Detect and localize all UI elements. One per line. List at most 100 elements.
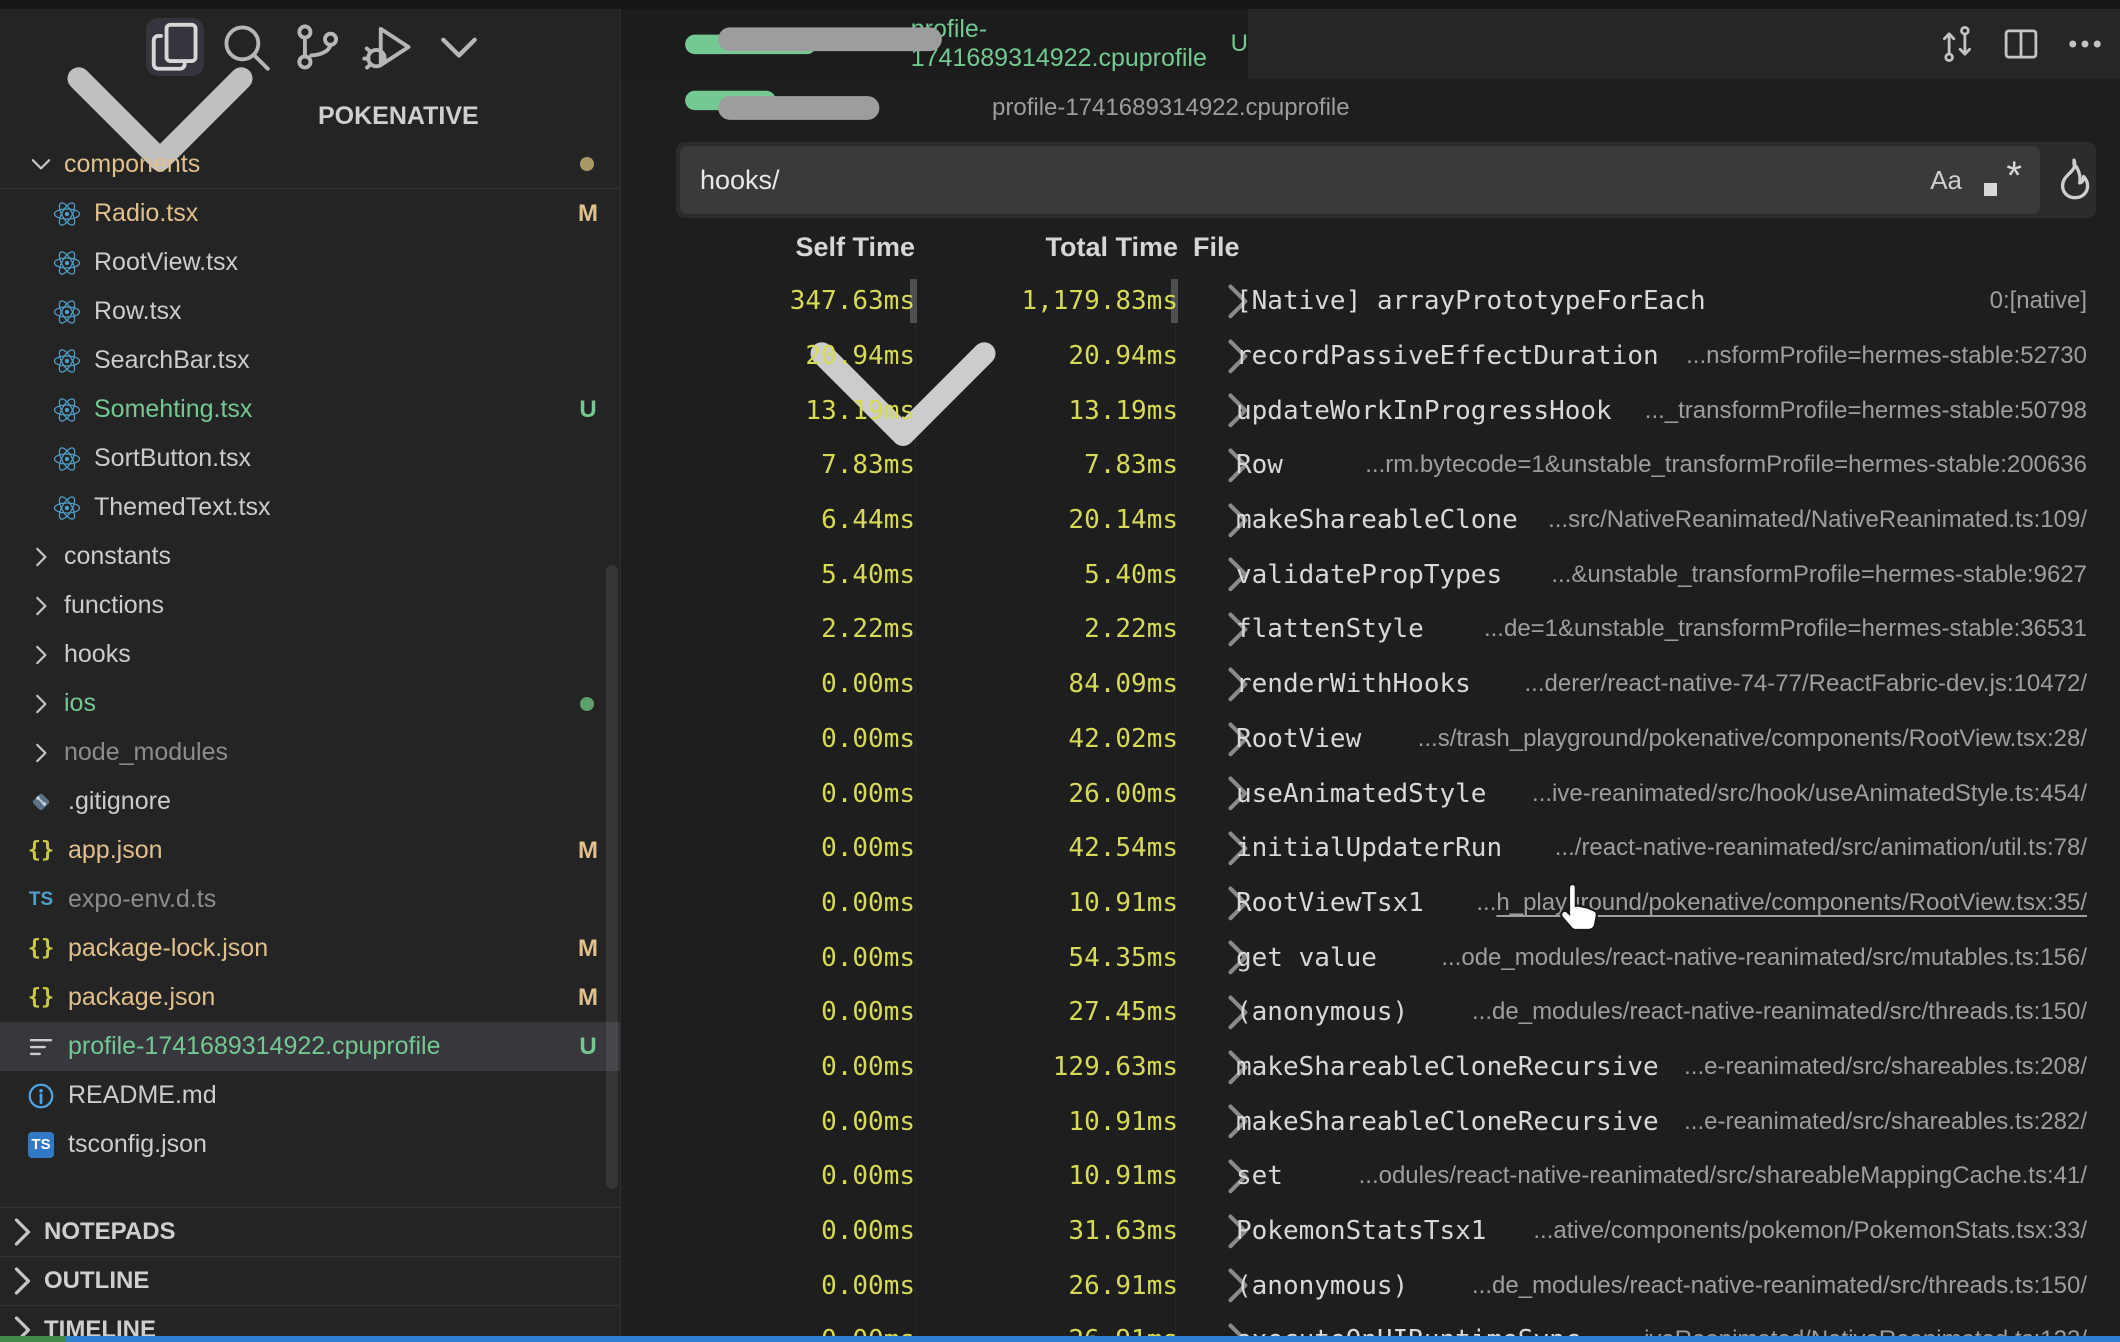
- chevron-right-icon: [0, 1308, 44, 1336]
- tree-item-label: tsconfig.json: [68, 1130, 207, 1159]
- file-link[interactable]: ...&unstable_transformProfile=hermes-sta…: [1551, 547, 2087, 602]
- tree-item-rootview-tsx[interactable]: RootView.tsx: [0, 238, 620, 287]
- file-link[interactable]: ...ative/components/pokemon/PokemonStats…: [1533, 1204, 2087, 1259]
- self-time-cell: 5.40ms: [662, 547, 915, 602]
- self-time-cell: 13.19ms: [662, 383, 915, 438]
- file-link[interactable]: ...e-reanimated/src/shareables.ts:282/: [1684, 1094, 2087, 1149]
- header-total-time[interactable]: Total Time: [952, 232, 1178, 263]
- total-time-cell: 10.91ms: [952, 1149, 1178, 1204]
- tree-item-sortbutton-tsx[interactable]: SortButton.tsx: [0, 434, 620, 483]
- split-editor-icon[interactable]: [2000, 23, 2042, 65]
- flame-graph-icon[interactable]: [2048, 155, 2098, 205]
- profile-table-row[interactable]: 347.63ms1,179.83ms[Native] arrayPrototyp…: [622, 274, 2120, 329]
- profile-table-row[interactable]: 0.00ms31.63msPokemonStatsTsx1...ative/co…: [622, 1204, 2120, 1259]
- file-link[interactable]: ...de_modules/react-native-reanimated/sr…: [1472, 1258, 2087, 1313]
- profile-table-row[interactable]: 0.00ms27.45ms(anonymous)...de_modules/re…: [622, 985, 2120, 1040]
- tree-item-constants[interactable]: constants: [0, 532, 620, 581]
- file-link[interactable]: ...src/NativeReanimated/NativeReanimated…: [1548, 493, 2087, 548]
- total-time-cell: 27.45ms: [952, 985, 1178, 1040]
- profile-table-row[interactable]: 0.00ms26.91ms(anonymous)...de_modules/re…: [622, 1258, 2120, 1313]
- match-case-icon[interactable]: Aa: [1930, 165, 1962, 196]
- tree-item-radio-tsx[interactable]: Radio.tsxM: [0, 189, 620, 238]
- tree-item-functions[interactable]: functions: [0, 581, 620, 630]
- profile-table-row[interactable]: 7.83ms7.83msRow...rm.bytecode=1&unstable…: [622, 438, 2120, 493]
- more-views-button[interactable]: [430, 18, 488, 76]
- profile-table-row[interactable]: 0.00ms26.00msuseAnimatedStyle...ive-rean…: [622, 766, 2120, 821]
- tree-item-profile-1741689314922-cpuprofile[interactable]: profile-1741689314922.cpuprofileU: [0, 1022, 620, 1071]
- json-icon: {}: [26, 985, 56, 1010]
- profile-table-row[interactable]: 13.19ms13.19msupdateWorkInProgressHook..…: [622, 383, 2120, 438]
- tree-item-app-json[interactable]: {}app.jsonM: [0, 826, 620, 875]
- tree-item-ios[interactable]: ios: [0, 679, 620, 728]
- react-icon: [52, 248, 82, 278]
- profile-table-row[interactable]: 0.00ms42.02msRootView...s/trash_playgrou…: [622, 712, 2120, 767]
- file-link[interactable]: .../react-native-reanimated/src/animatio…: [1555, 821, 2087, 876]
- file-link[interactable]: ...derer/react-native-74-77/ReactFabric-…: [1525, 657, 2088, 712]
- panel-notepads[interactable]: NOTEPADS: [0, 1207, 620, 1256]
- file-link[interactable]: ..._transformProfile=hermes-stable:50798: [1645, 383, 2087, 438]
- self-time-cell: 0.00ms: [662, 1094, 915, 1149]
- header-file[interactable]: File: [1193, 232, 1240, 263]
- tree-item-label: Row.tsx: [94, 297, 182, 326]
- table-header: Self Time Total Time File: [622, 232, 2120, 276]
- panel-timeline[interactable]: TIMELINE: [0, 1305, 620, 1336]
- tree-item-expo-env-d-ts[interactable]: TSexpo-env.d.ts: [0, 875, 620, 924]
- react-icon: [52, 493, 82, 523]
- filter-input[interactable]: hooks/ Aa *: [680, 146, 2040, 214]
- self-time-cell: 0.00ms: [662, 1258, 915, 1313]
- profile-table-row[interactable]: 0.00ms10.91msRootViewTsx1...h_playground…: [622, 876, 2120, 931]
- tree-item-themedtext-tsx[interactable]: ThemedText.tsx: [0, 483, 620, 532]
- tree-item-readme-md[interactable]: README.md: [0, 1071, 620, 1120]
- file-link[interactable]: ...iveReanimated/NativeReanimated.ts:123…: [1624, 1313, 2087, 1336]
- file-link[interactable]: ...nsformProfile=hermes-stable:52730: [1686, 329, 2087, 384]
- chevron-right-icon: [26, 542, 56, 572]
- project-header[interactable]: POKENATIVE: [0, 93, 620, 139]
- profile-table-row[interactable]: 0.00ms54.35msget value...ode_modules/rea…: [622, 930, 2120, 985]
- tree-item-package-lock-json[interactable]: {}package-lock.jsonM: [0, 924, 620, 973]
- profile-table-row[interactable]: 6.44ms20.14msmakeShareableClone...src/Na…: [622, 493, 2120, 548]
- react-icon: [52, 444, 82, 474]
- self-time-cell: 0.00ms: [662, 1149, 915, 1204]
- file-link[interactable]: ...de=1&unstable_transformProfile=hermes…: [1484, 602, 2087, 657]
- tree-item-somehting-tsx[interactable]: Somehting.tsxU: [0, 385, 620, 434]
- profile-table-row[interactable]: 0.00ms84.09msrenderWithHooks...derer/rea…: [622, 657, 2120, 712]
- git-badge-m: M: [574, 984, 602, 1012]
- file-link[interactable]: ...odules/react-native-reanimated/src/sh…: [1359, 1149, 2087, 1204]
- debug-icon: [359, 18, 417, 76]
- tree-item-tsconfig-json[interactable]: TStsconfig.json: [0, 1120, 620, 1169]
- function-name: flattenStyle: [1236, 602, 1424, 657]
- tree-item-row-tsx[interactable]: Row.tsx: [0, 287, 620, 336]
- file-link[interactable]: ...h_playground/pokenative/components/Ro…: [1476, 876, 2087, 931]
- git-icon: [26, 787, 56, 817]
- header-self-time[interactable]: Self Time: [662, 232, 915, 263]
- file-link[interactable]: ...ive-reanimated/src/hook/useAnimatedSt…: [1532, 766, 2087, 821]
- profile-table-row[interactable]: 0.00ms42.54msinitialUpdaterRun.../react-…: [622, 821, 2120, 876]
- tree-item-node-modules[interactable]: node_modules: [0, 728, 620, 777]
- profile-table-row[interactable]: 0.00ms10.91msmakeShareableCloneRecursive…: [622, 1094, 2120, 1149]
- profile-table-row[interactable]: 20.94ms20.94msrecordPassiveEffectDuratio…: [622, 329, 2120, 384]
- panel-outline[interactable]: OUTLINE: [0, 1256, 620, 1305]
- tree-item-searchbar-tsx[interactable]: SearchBar.tsx: [0, 336, 620, 385]
- file-link[interactable]: ...e-reanimated/src/shareables.ts:208/: [1684, 1040, 2087, 1095]
- profile-table-row[interactable]: 5.40ms5.40msvalidatePropTypes...&unstabl…: [622, 547, 2120, 602]
- regex-icon[interactable]: *: [1982, 160, 2022, 200]
- file-link[interactable]: 0:[native]: [1990, 274, 2087, 329]
- more-actions-icon[interactable]: [2064, 23, 2106, 65]
- profile-table-row[interactable]: 2.22ms2.22msflattenStyle...de=1&unstable…: [622, 602, 2120, 657]
- open-changes-icon[interactable]: [1936, 23, 1978, 65]
- tree-item-components[interactable]: components: [0, 140, 620, 189]
- git-status-dot: [580, 697, 594, 711]
- tree-item-package-json[interactable]: {}package.jsonM: [0, 973, 620, 1022]
- file-link[interactable]: ...ode_modules/react-native-reanimated/s…: [1441, 930, 2087, 985]
- profile-table-row[interactable]: 0.00ms26.91msexecuteOnUIRuntimeSync...iv…: [622, 1313, 2120, 1336]
- tree-item-gitignore[interactable]: .gitignore: [0, 777, 620, 826]
- profile-table-row[interactable]: 0.00ms10.91msset...odules/react-native-r…: [622, 1149, 2120, 1204]
- breadcrumb[interactable]: profile-1741689314922.cpuprofile: [622, 79, 2120, 137]
- sidebar-scrollbar[interactable]: [606, 565, 618, 1189]
- file-link[interactable]: ...de_modules/react-native-reanimated/sr…: [1472, 985, 2087, 1040]
- run-debug-icon[interactable]: [359, 18, 417, 76]
- file-link[interactable]: ...rm.bytecode=1&unstable_transformProfi…: [1365, 438, 2087, 493]
- tree-item-hooks[interactable]: hooks: [0, 630, 620, 679]
- file-link[interactable]: ...s/trash_playground/pokenative/compone…: [1418, 712, 2087, 767]
- profile-table-row[interactable]: 0.00ms129.63msmakeShareableCloneRecursiv…: [622, 1040, 2120, 1095]
